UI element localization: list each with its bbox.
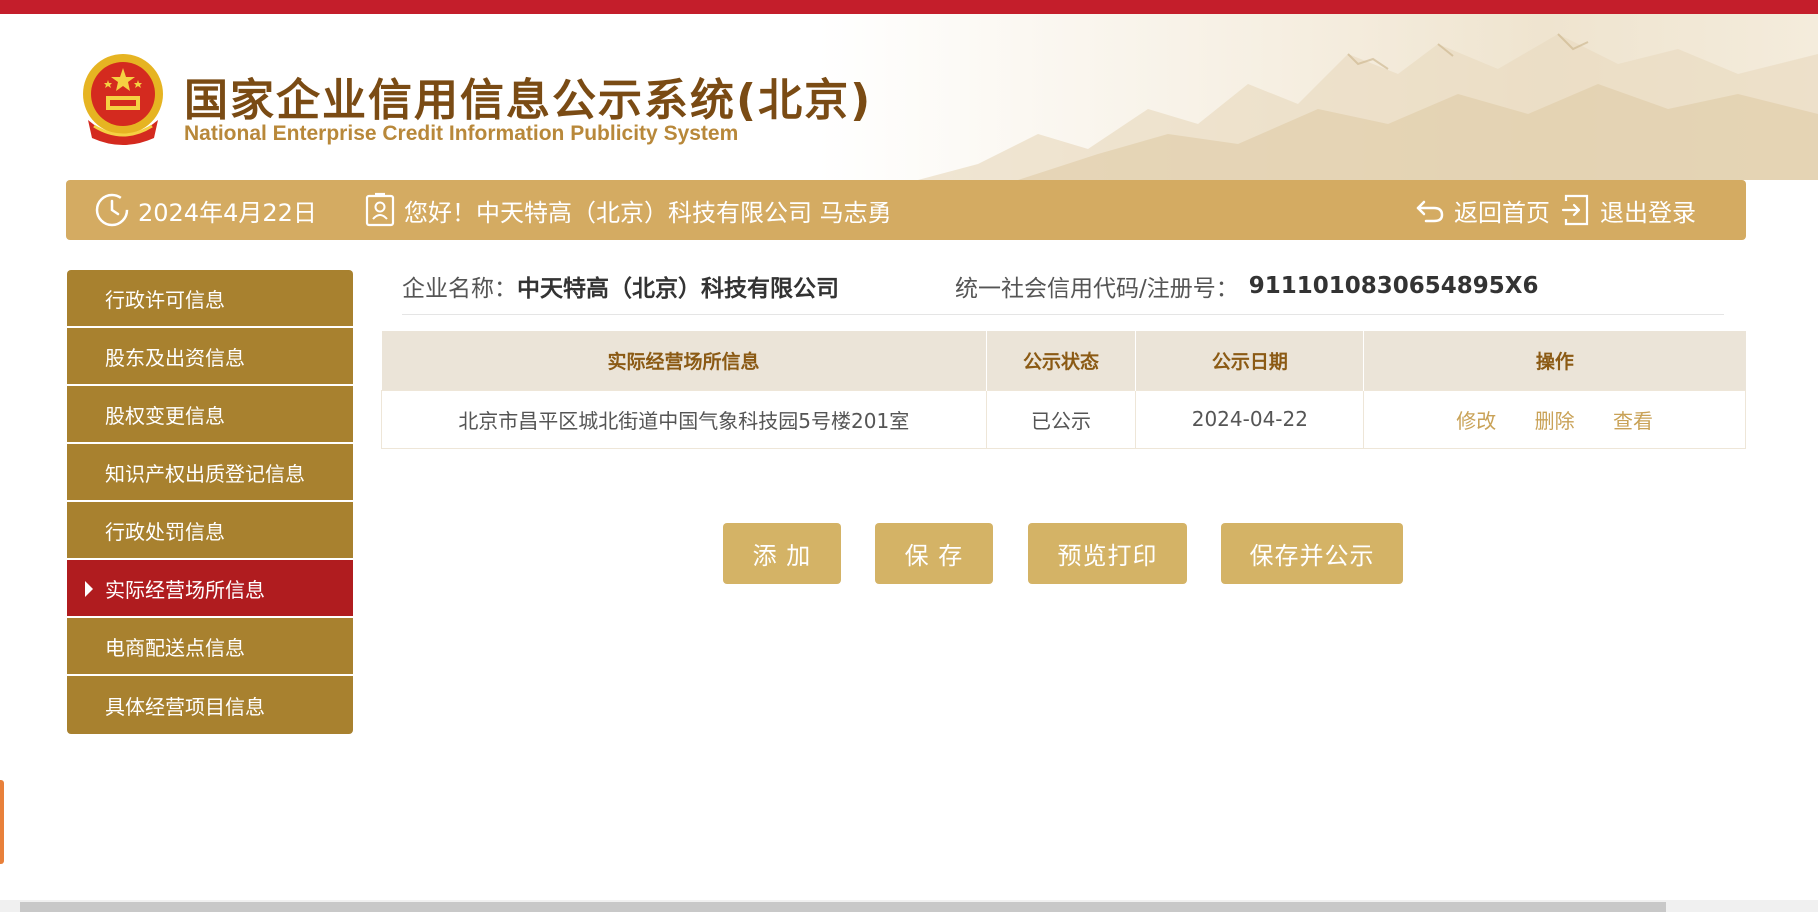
- sidebar-item-business-items[interactable]: 具体经营项目信息: [67, 676, 353, 734]
- logout-link[interactable]: 退出登录: [1560, 180, 1696, 240]
- return-home-link[interactable]: 返回首页: [1414, 180, 1550, 240]
- col-header-ops: 操作: [1363, 331, 1746, 390]
- cell-date: 2024-04-22: [1135, 389, 1365, 449]
- date-text: 2024年4月22日: [138, 198, 317, 227]
- save-button[interactable]: 保 存: [875, 523, 993, 584]
- sidebar-item-admin-license[interactable]: 行政许可信息: [67, 270, 353, 328]
- user-card-icon: [365, 192, 395, 227]
- cell-ops: 修改 删除 查看: [1363, 389, 1746, 449]
- edit-link[interactable]: 修改: [1456, 409, 1496, 433]
- sidebar-item-label: 股权变更信息: [105, 403, 225, 428]
- sidebar-item-shareholder[interactable]: 股东及出资信息: [67, 328, 353, 386]
- return-home-label[interactable]: 返回首页: [1454, 193, 1550, 228]
- sidebar-item-label: 知识产权出质登记信息: [105, 461, 305, 486]
- greeting-text: 您好！中天特高（北京）科技有限公司 马志勇: [404, 198, 892, 227]
- view-link[interactable]: 查看: [1613, 409, 1653, 433]
- cell-status: 已公示: [985, 389, 1137, 449]
- clock-icon: [95, 193, 129, 227]
- info-bar: 2024年4月22日 您好！中天特高（北京）科技有限公司 马志勇 返回首页 退出…: [66, 180, 1746, 240]
- site-title-en: National Enterprise Credit Information P…: [184, 122, 739, 145]
- site-title-cn: 国家企业信用信息公示系统(北京): [184, 75, 873, 126]
- col-header-date: 公示日期: [1135, 331, 1365, 390]
- sidebar-item-ecommerce-delivery[interactable]: 电商配送点信息: [67, 618, 353, 676]
- delete-link[interactable]: 删除: [1535, 409, 1575, 433]
- cell-address: 北京市昌平区城北街道中国气象科技园5号楼201室: [381, 389, 987, 449]
- add-button[interactable]: 添 加: [723, 523, 841, 584]
- table-row: 北京市昌平区城北街道中国气象科技园5号楼201室 已公示 2024-04-22 …: [381, 389, 1746, 449]
- return-arrow-icon: [1416, 200, 1444, 223]
- company-name-value: 中天特高（北京）科技有限公司: [517, 276, 839, 302]
- active-caret-icon: [85, 581, 93, 597]
- sidebar-item-equity-change[interactable]: 股权变更信息: [67, 386, 353, 444]
- credit-code-line: 统一社会信用代码/注册号： 9111010830654895X6: [955, 268, 1539, 304]
- credit-code-label: 统一社会信用代码/注册号：: [955, 276, 1239, 302]
- premises-table: 实际经营场所信息 公示状态 公示日期 操作 北京市昌平区城北街道中国气象科技园5…: [381, 331, 1746, 449]
- logout-icon: [1561, 194, 1589, 226]
- floating-side-tab[interactable]: [0, 780, 4, 864]
- credit-code-value: 9111010830654895X6: [1248, 273, 1539, 299]
- sidebar-item-label: 实际经营场所信息: [105, 577, 265, 602]
- sidebar-item-label: 具体经营项目信息: [105, 694, 265, 719]
- sidebar-item-business-premises[interactable]: 实际经营场所信息: [67, 560, 353, 618]
- site-header: 国家企业信用信息公示系统(北京) National Enterprise Cre…: [0, 14, 1818, 180]
- national-emblem-icon: [83, 54, 163, 145]
- horizontal-scrollbar-thumb[interactable]: [20, 902, 1666, 912]
- sidebar-item-label: 股东及出资信息: [105, 345, 245, 370]
- sidebar-item-ip-pledge[interactable]: 知识产权出质登记信息: [67, 444, 353, 502]
- sidebar-item-label: 行政处罚信息: [105, 519, 225, 544]
- col-header-status: 公示状态: [986, 331, 1137, 390]
- sidebar-menu: 行政许可信息 股东及出资信息 股权变更信息 知识产权出质登记信息 行政处罚信息 …: [67, 270, 353, 734]
- sidebar-item-label: 行政许可信息: [105, 287, 225, 312]
- preview-print-button[interactable]: 预览打印: [1028, 523, 1187, 584]
- save-publish-button[interactable]: 保存并公示: [1221, 523, 1403, 584]
- date-display: 2024年4月22日: [94, 180, 317, 240]
- company-name-line: 企业名称： 中天特高（北京）科技有限公司: [402, 268, 839, 304]
- table-header-row: 实际经营场所信息 公示状态 公示日期 操作: [381, 331, 1746, 390]
- sidebar-item-admin-penalty[interactable]: 行政处罚信息: [67, 502, 353, 560]
- company-name-label: 企业名称：: [402, 276, 517, 302]
- mountain-background: [918, 33, 1818, 180]
- user-greeting: 您好！中天特高（北京）科技有限公司 马志勇: [364, 180, 892, 240]
- col-header-address: 实际经营场所信息: [381, 331, 987, 390]
- divider: [402, 314, 1724, 315]
- sidebar-item-label: 电商配送点信息: [105, 635, 245, 660]
- logout-label[interactable]: 退出登录: [1600, 193, 1696, 228]
- top-stripe: [0, 0, 1818, 14]
